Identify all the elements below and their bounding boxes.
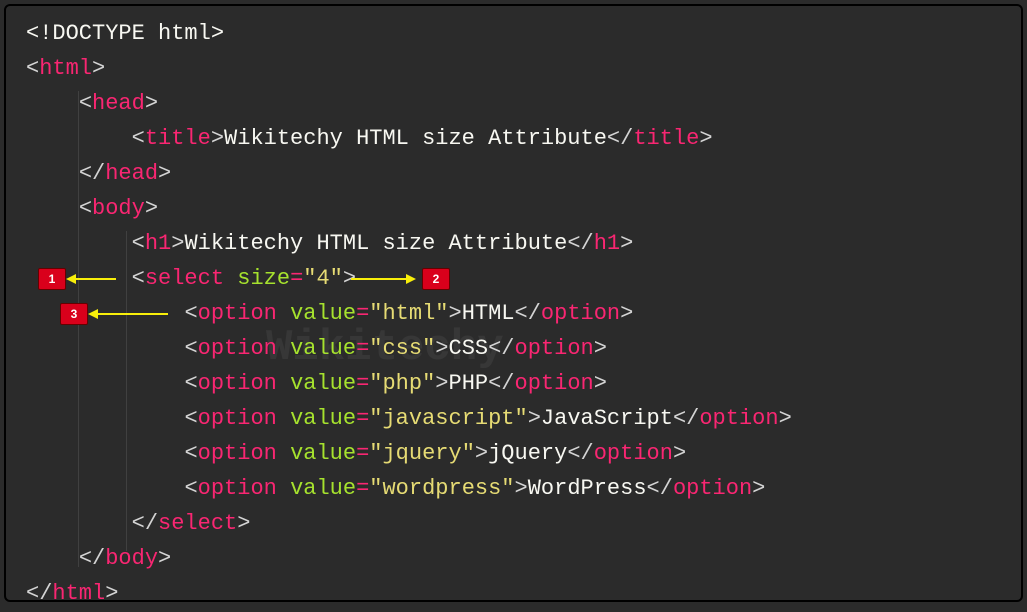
indent-guide	[126, 231, 127, 551]
code-line-option: <option value="css">CSS</option>	[26, 331, 1001, 366]
doctype: <!DOCTYPE html>	[26, 21, 224, 46]
code-line: <body>	[26, 191, 1001, 226]
arrow-shaft	[76, 278, 116, 280]
code-line: <title>Wikitechy HTML size Attribute</ti…	[26, 121, 1001, 156]
code-line: </select>	[26, 506, 1001, 541]
callout-1: 1	[38, 268, 116, 290]
code-line: <head>	[26, 86, 1001, 121]
code-line: <html>	[26, 51, 1001, 86]
arrow-right-icon	[406, 274, 416, 284]
indent-guide	[78, 91, 79, 567]
code-editor: Wikitechy <!DOCTYPE html> <html> <head> …	[4, 4, 1023, 602]
callout-3: 3	[60, 303, 168, 325]
callout-badge-1: 1	[38, 268, 66, 290]
code-line-option: <option value="wordpress">WordPress</opt…	[26, 471, 1001, 506]
callout-badge-2: 2	[422, 268, 450, 290]
code-line: </body>	[26, 541, 1001, 576]
arrow-shaft	[351, 278, 406, 280]
callout-badge-3: 3	[60, 303, 88, 325]
code-line-option: <option value="php">PHP</option>	[26, 366, 1001, 401]
code-line: </head>	[26, 156, 1001, 191]
code-line: </html>	[26, 576, 1001, 611]
arrow-left-icon	[66, 274, 76, 284]
code-line-option: <option value="jquery">jQuery</option>	[26, 436, 1001, 471]
arrow-left-icon	[88, 309, 98, 319]
callout-2: 2	[351, 268, 450, 290]
arrow-shaft	[98, 313, 168, 315]
code-line: <!DOCTYPE html>	[26, 16, 1001, 51]
code-line: <h1>Wikitechy HTML size Attribute</h1>	[26, 226, 1001, 261]
code-line-select: <select size="4">	[26, 261, 1001, 296]
code-line-option: <option value="html">HTML</option>	[26, 296, 1001, 331]
code-line-option: <option value="javascript">JavaScript</o…	[26, 401, 1001, 436]
